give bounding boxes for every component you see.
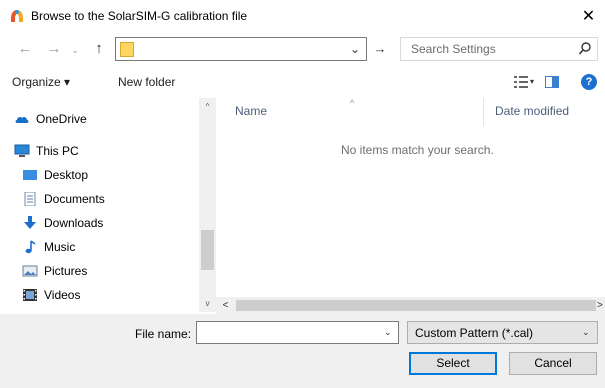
navigation-pane: OneDrive This PC Desktop Documents Downl…: [0, 98, 216, 312]
nav-pane-scroll-thumb[interactable]: [201, 230, 214, 270]
nav-item-label: This PC: [36, 144, 79, 158]
search-box[interactable]: [400, 37, 598, 61]
window-title: Browse to the SolarSIM-G calibration fil…: [31, 9, 248, 23]
search-input[interactable]: [411, 40, 571, 58]
address-input[interactable]: [138, 39, 338, 59]
nav-item-onedrive[interactable]: OneDrive: [14, 109, 87, 129]
up-button[interactable]: ↑: [90, 40, 108, 58]
forward-button[interactable]: →: [45, 40, 63, 58]
view-options-icon[interactable]: [514, 76, 528, 88]
onedrive-icon: [15, 116, 29, 123]
scroll-down-icon[interactable]: v: [199, 295, 216, 312]
file-name-input[interactable]: [201, 324, 376, 341]
title-bar: Browse to the SolarSIM-G calibration fil…: [0, 0, 605, 32]
new-folder-button[interactable]: New folder: [118, 75, 175, 89]
nav-item-documents[interactable]: Documents: [22, 189, 105, 209]
solarsim-app-icon: [11, 10, 23, 22]
file-type-dropdown-icon[interactable]: ⌄: [582, 327, 590, 338]
desktop-icon: [23, 170, 37, 180]
folder-icon: [120, 42, 134, 57]
column-divider[interactable]: [483, 98, 484, 126]
close-button[interactable]: ✕: [572, 0, 605, 32]
file-type-value: Custom Pattern (*.cal): [415, 326, 534, 340]
nav-item-downloads[interactable]: Downloads: [22, 213, 103, 233]
column-header-date-modified[interactable]: Date modified: [495, 104, 569, 118]
view-options-chevron-icon[interactable]: ▾: [530, 75, 534, 89]
nav-item-music[interactable]: Music: [22, 237, 75, 257]
scroll-left-icon[interactable]: <: [218, 297, 233, 314]
nav-item-label: Downloads: [44, 216, 104, 230]
scroll-right-icon[interactable]: >: [597, 297, 605, 314]
documents-icon: [24, 192, 36, 206]
file-list-horizontal-scrollbar[interactable]: < >: [216, 297, 605, 314]
pictures-icon: [22, 265, 38, 277]
organize-button[interactable]: Organize ▾: [12, 75, 70, 89]
nav-item-label: Videos: [44, 288, 81, 302]
nav-item-videos[interactable]: Videos: [22, 285, 80, 305]
nav-item-label: Desktop: [44, 168, 89, 182]
nav-pane-scrollbar[interactable]: ^ v: [199, 98, 216, 312]
file-list-scroll-thumb[interactable]: [236, 300, 596, 311]
nav-item-desktop[interactable]: Desktop: [22, 165, 88, 185]
file-name-field[interactable]: [196, 321, 399, 344]
this-pc-icon: [14, 144, 30, 157]
column-header-name[interactable]: Name: [235, 104, 267, 118]
file-name-dropdown-icon[interactable]: ⌄: [384, 327, 392, 338]
select-button[interactable]: Select: [409, 352, 497, 375]
nav-item-label: Music: [44, 240, 76, 254]
address-dropdown-button[interactable]: ⌄: [346, 40, 364, 58]
close-icon: ✕: [581, 8, 596, 25]
scroll-up-icon[interactable]: ^: [199, 98, 216, 115]
videos-icon: [23, 289, 37, 301]
cancel-button[interactable]: Cancel: [509, 352, 597, 375]
back-button[interactable]: ←: [16, 40, 34, 58]
music-icon: [25, 240, 36, 254]
nav-item-label: Documents: [44, 192, 105, 206]
nav-item-this-pc[interactable]: This PC: [14, 141, 79, 161]
nav-item-label: OneDrive: [36, 112, 87, 126]
empty-list-message: No items match your search.: [341, 143, 494, 157]
go-button[interactable]: →: [369, 38, 391, 60]
search-icon[interactable]: [578, 41, 592, 57]
help-icon[interactable]: ?: [581, 74, 597, 90]
downloads-icon: [24, 216, 36, 229]
preview-pane-icon[interactable]: [545, 76, 559, 88]
file-name-label: File name:: [135, 327, 192, 341]
nav-item-pictures[interactable]: Pictures: [22, 261, 87, 281]
recent-locations-button[interactable]: ⌄: [70, 41, 80, 59]
address-bar[interactable]: [115, 37, 367, 61]
sort-indicator-icon: ^: [350, 98, 355, 108]
file-type-select[interactable]: Custom Pattern (*.cal): [407, 321, 598, 344]
nav-item-label: Pictures: [44, 264, 88, 278]
